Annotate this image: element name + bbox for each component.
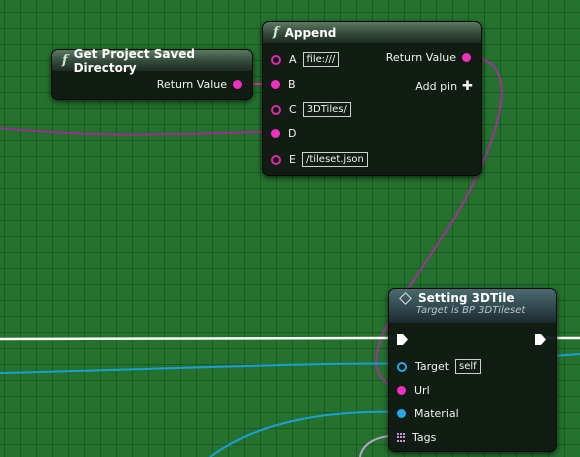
function-icon: f [273,25,279,40]
pin-value-input[interactable]: /tileset.json [301,152,368,167]
pin-label: Material [414,407,459,420]
string-pin-icon[interactable] [271,104,281,115]
node-subtitle: Target is BP 3DTileset [416,305,526,316]
node-title: Setting 3DTile [418,291,515,305]
node-header[interactable]: f Append [263,22,481,43]
pin-label: Target [415,360,450,373]
object-pin-icon[interactable] [397,361,407,372]
string-pin-icon[interactable] [271,80,280,89]
string-pin-icon[interactable] [233,80,242,89]
add-pin-plus-icon: ✚ [462,79,473,94]
string-pin-icon[interactable] [397,386,406,395]
pin-row-e[interactable]: E /tileset.json [271,152,368,167]
target-value-box[interactable]: self [455,359,481,374]
wire-object-material [209,410,402,457]
pin-row-d[interactable]: D [271,127,296,140]
string-pin-icon[interactable] [271,129,280,138]
exec-pin-icon[interactable] [535,334,546,345]
pin-value-input[interactable]: 3DTiles/ [302,102,351,117]
pin-row-b[interactable]: B [271,78,296,91]
node-setting-3dtile[interactable]: Setting 3DTile Target is BP 3DTileset Ta… [388,288,557,452]
exec-in-pin[interactable] [397,334,408,345]
pin-row-material[interactable]: Material [397,407,459,420]
pin-row-url[interactable]: Url [397,384,430,397]
pin-label: C [289,103,297,116]
pin-row-c[interactable]: C 3DTiles/ [271,102,351,117]
wire-exec [0,336,402,341]
node-title: Append [284,25,337,40]
pin-label: Tags [412,431,437,444]
add-pin-label: Add pin [415,80,458,93]
pin-row-target[interactable]: Target self [397,359,481,374]
pin-label: Url [414,384,430,397]
wire-string-to-d [0,127,277,136]
string-pin-icon[interactable] [271,154,281,165]
pin-value-input[interactable]: file:/// [302,52,340,67]
set-node-diamond-icon [399,291,412,305]
pin-label: E [289,153,296,166]
string-pin-icon[interactable] [462,53,471,62]
pin-label: Return Value [156,78,227,91]
node-title: Get Project Saved Directory [73,46,196,75]
pin-label: Return Value [385,51,456,64]
node-header[interactable]: f Get Project Saved Directory [52,47,252,75]
node-get-project-saved-directory[interactable]: f Get Project Saved Directory Return Val… [51,47,253,100]
exec-out-pin[interactable] [535,334,546,345]
function-icon: f [62,53,68,68]
wire-object-out [552,353,580,357]
add-pin-button[interactable]: Add pin ✚ [415,79,473,94]
pin-row-tags[interactable]: Tags [397,431,436,444]
array-grid-icon[interactable] [397,432,407,443]
wire-object-target [0,362,402,374]
node-header[interactable]: Setting 3DTile Target is BP 3DTileset [389,289,556,323]
node-append[interactable]: f Append A file:/// B C 3DTiles/ D E /ti… [262,21,482,176]
return-value-pin-row[interactable]: Return Value [157,78,242,91]
exec-pin-icon[interactable] [397,334,408,345]
pin-label: A [289,53,297,66]
return-value-pin-row[interactable]: Return Value [386,51,471,64]
object-pin-icon[interactable] [397,409,406,418]
pin-row-a[interactable]: A file:/// [271,52,340,67]
pin-label: B [288,78,296,91]
pin-label: D [288,127,297,140]
string-pin-icon[interactable] [271,54,281,65]
